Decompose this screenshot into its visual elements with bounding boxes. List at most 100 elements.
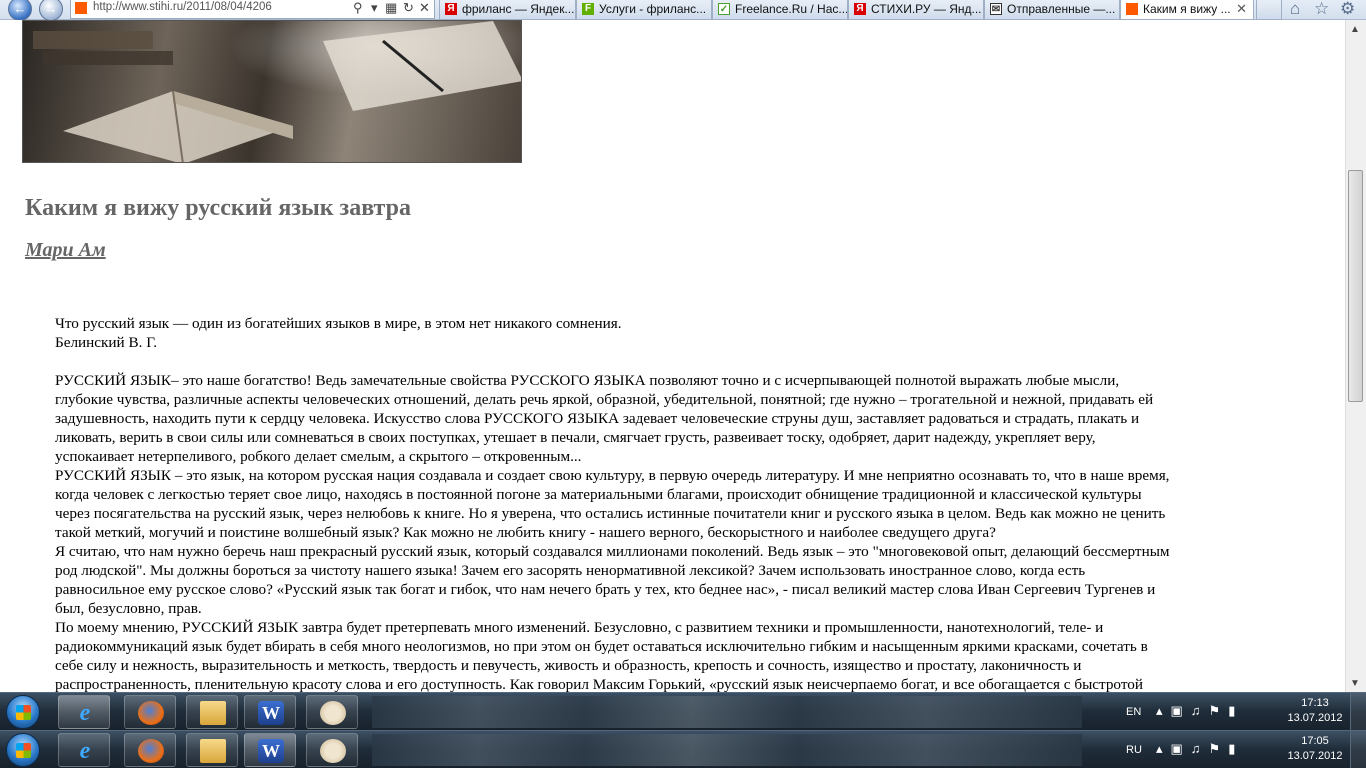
text-line: род людской". Мы должны бороться за чист… <box>55 562 1086 579</box>
tab-yandex-freelance[interactable]: Я фриланс — Яндек... <box>439 0 576 20</box>
taskbar-paint[interactable] <box>306 733 358 767</box>
tab-stihi-yandex[interactable]: Я СТИХИ.РУ — Янд... <box>848 0 984 20</box>
taskbar-ie[interactable]: e <box>58 733 110 767</box>
tray-icons[interactable]: ▴▣♫⚑▮ <box>1156 741 1243 757</box>
word-icon: W <box>258 739 284 763</box>
close-tab-icon[interactable]: ✕ <box>1236 0 1247 18</box>
tab-label: Отправленные —... <box>1007 2 1116 16</box>
taskbar-running-apps[interactable] <box>372 696 1082 728</box>
text-line: Что русский язык — один из богатейших яз… <box>55 315 622 332</box>
scroll-down-icon[interactable]: ▼ <box>1350 678 1360 689</box>
text-line: Белинский В. Г. <box>55 334 158 351</box>
taskbar-word[interactable]: W <box>244 695 296 729</box>
arrow-left-icon: ← <box>13 1 27 16</box>
address-bar[interactable]: http://www.stihi.ru/2011/08/04/4206 ⚲ ▾ … <box>70 0 435 19</box>
tab-label: фриланс — Яндек... <box>462 2 575 16</box>
compatibility-view-icon[interactable]: ▦ <box>385 0 397 16</box>
text-line: По моему мнению, РУССКИЙ ЯЗЫК завтра буд… <box>55 619 1104 636</box>
search-icon[interactable]: ⚲ <box>353 0 363 16</box>
page-viewport: Каким я вижу русский язык завтра Мари Ам… <box>0 20 1345 692</box>
tab-sent-mail[interactable]: ✉ Отправленные —... <box>984 0 1120 20</box>
back-button[interactable]: ← <box>8 0 32 21</box>
taskbar-ie[interactable]: e <box>58 695 110 729</box>
text-line: когда человек с легкостью теряет свое ли… <box>55 486 1142 503</box>
arrow-right-icon: → <box>44 1 58 16</box>
tab-freelance-ru[interactable]: ✓ Freelance.Ru / Нас... <box>712 0 848 20</box>
taskbar-bottom: e W RU ▴▣♫⚑▮ 17:05 13.07.2012 <box>0 730 1366 768</box>
ie-icon: e <box>79 700 91 726</box>
text-line: такой меткий, могучий и поистине волшебн… <box>55 524 996 541</box>
freelance-icon: ✓ <box>718 3 730 15</box>
text-line: себе силу и нежность, выразительность и … <box>55 657 1082 674</box>
tab-label: Каким я вижу ... <box>1143 2 1231 16</box>
text-line: успокаивает нетерпеливого, робкого делае… <box>55 448 582 465</box>
text-line: был, безусловно, прав. <box>55 600 202 617</box>
text-line: задушевность, находить пути к сердцу чел… <box>55 410 1140 427</box>
text-line: через посягательства на русский язык, че… <box>55 505 1166 522</box>
tab-fl-services[interactable]: F Услуги - фриланс... <box>576 0 712 20</box>
address-url[interactable]: http://www.stihi.ru/2011/08/04/4206 <box>93 1 272 13</box>
yandex-icon: Я <box>445 3 457 15</box>
paint-icon <box>320 739 346 763</box>
firefox-icon <box>138 739 164 763</box>
tab-label: Услуги - фриланс... <box>599 2 707 16</box>
text-line: радиокоммуникаций язык будет вбирать в с… <box>55 638 1148 655</box>
folder-icon <box>200 701 226 725</box>
taskbar-firefox[interactable] <box>124 733 176 767</box>
show-desktop-button[interactable] <box>1350 693 1366 731</box>
word-icon: W <box>258 701 284 725</box>
start-button[interactable] <box>6 695 40 729</box>
tray-icons[interactable]: ▴▣♫⚑▮ <box>1156 703 1243 719</box>
folder-icon <box>200 739 226 763</box>
start-button[interactable] <box>6 733 40 767</box>
text-line: ликовать, верить в свои силы или сомнева… <box>55 429 1096 446</box>
text-line: РУССКИЙ ЯЗЫК– это наше богатство! Ведь з… <box>55 372 1120 389</box>
header-image-books <box>22 20 522 163</box>
text-line: распространенность, пленительную красоту… <box>55 676 1143 692</box>
refresh-icon[interactable]: ↻ <box>403 0 414 16</box>
stop-icon[interactable]: ✕ <box>419 0 430 16</box>
taskbar-explorer[interactable] <box>186 695 238 729</box>
clock[interactable]: 17:05 13.07.2012 <box>1284 734 1346 764</box>
stihi-icon <box>1126 3 1138 15</box>
poem-body: Что русский язык — один из богатейших яз… <box>55 314 1300 692</box>
scroll-up-icon[interactable]: ▲ <box>1350 24 1360 35</box>
text-line: РУССКИЙ ЯЗЫК – это язык, на котором русс… <box>55 467 1170 484</box>
text-line: глубокие чувства, различные аспекты чело… <box>55 391 1154 408</box>
firefox-icon <box>138 701 164 725</box>
yandex-icon: Я <box>854 3 866 15</box>
chevron-down-icon[interactable]: ▾ <box>371 0 378 16</box>
author-link[interactable]: Мари Ам <box>25 239 106 262</box>
home-icon[interactable]: ⌂ <box>1290 0 1300 19</box>
favorites-star-icon[interactable]: ☆ <box>1314 0 1329 19</box>
clock[interactable]: 17:13 13.07.2012 <box>1284 696 1346 726</box>
tab-label: Freelance.Ru / Нас... <box>735 2 848 16</box>
fl-icon: F <box>582 3 594 15</box>
new-tab-button[interactable] <box>1256 0 1282 20</box>
forward-button[interactable]: → <box>39 0 63 21</box>
clock-date: 13.07.2012 <box>1287 712 1343 724</box>
tab-active-poem[interactable]: Каким я вижу ... ✕ <box>1120 0 1254 20</box>
taskbar-top: e W EN ▴▣♫⚑▮ 17:13 13.07.2012 <box>0 692 1366 731</box>
site-favicon-icon <box>75 2 87 14</box>
mail-icon: ✉ <box>990 3 1002 15</box>
taskbar-running-apps[interactable] <box>372 734 1082 766</box>
vertical-scrollbar[interactable]: ▲ ▼ <box>1345 20 1366 692</box>
clock-time: 17:05 <box>1301 735 1329 747</box>
gear-icon[interactable]: ⚙ <box>1340 0 1355 19</box>
clock-time: 17:13 <box>1301 697 1329 709</box>
taskbar-word[interactable]: W <box>244 733 296 767</box>
page-title: Каким я вижу русский язык завтра <box>25 195 411 221</box>
taskbar-firefox[interactable] <box>124 695 176 729</box>
tab-label: СТИХИ.РУ — Янд... <box>871 2 982 16</box>
scrollbar-thumb[interactable] <box>1348 170 1363 402</box>
show-desktop-button[interactable] <box>1350 731 1366 768</box>
taskbar-explorer[interactable] <box>186 733 238 767</box>
paint-icon <box>320 701 346 725</box>
clock-date: 13.07.2012 <box>1287 750 1343 762</box>
language-indicator[interactable]: RU <box>1126 744 1142 756</box>
taskbar-paint[interactable] <box>306 695 358 729</box>
browser-toolbar: ← → http://www.stihi.ru/2011/08/04/4206 … <box>0 0 1366 21</box>
language-indicator[interactable]: EN <box>1126 706 1141 718</box>
